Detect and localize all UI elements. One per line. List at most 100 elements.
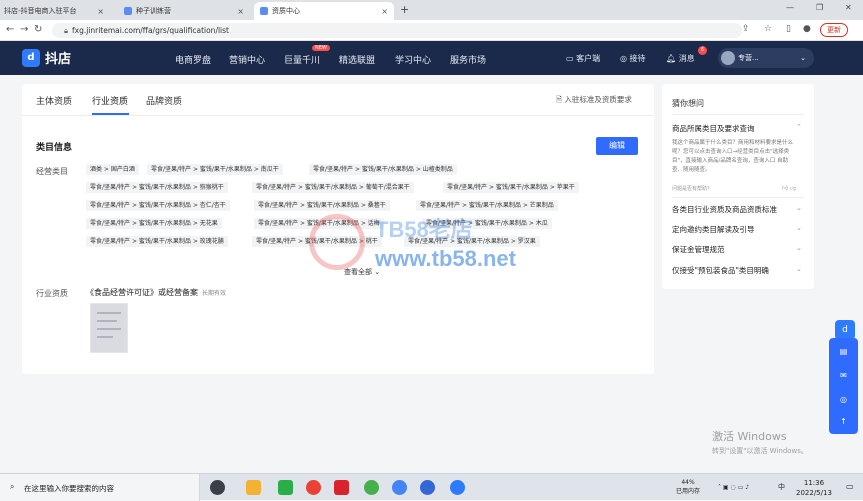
- close-icon[interactable]: ×: [237, 7, 244, 16]
- tab-industry-qualification[interactable]: 行业资质: [92, 94, 128, 107]
- url-text: fxg.jinritemai.com/ffa/grs/qualification…: [72, 26, 229, 35]
- edit-button[interactable]: 编辑: [596, 137, 638, 155]
- reception-link[interactable]: ◎ 接待: [620, 53, 646, 64]
- url-field[interactable]: 🔒︎ fxg.jinritemai.com/ffa/grs/qualificati…: [52, 23, 742, 38]
- faq-item[interactable]: 定向邀约类目解读及引导: [672, 224, 755, 235]
- taskbar-search[interactable]: ⌕ 在这里输入你要搜索的内容: [0, 474, 200, 501]
- category-chip: 零食/坚果/特产 > 蜜饯/果干/水果制品 > 山楂类制品: [309, 164, 457, 175]
- minimize-icon[interactable]: —: [786, 3, 794, 12]
- task-view-icon[interactable]: [210, 480, 225, 495]
- browser-tab-1[interactable]: 抖店-抖音电商入驻平台 ×: [0, 2, 110, 20]
- requirements-link[interactable]: 🗎︎ 入驻标准及资质要求: [556, 94, 632, 107]
- search-icon: ⌕: [10, 482, 15, 491]
- close-icon[interactable]: ×: [97, 7, 104, 16]
- top-navigation: d 抖店 电商罗盘 营销中心 巨量千川 NEW 精选联盟 学习中心 服务市场 ▭…: [0, 41, 863, 75]
- favicon-icon: [124, 7, 132, 15]
- headset-icon: ◎: [620, 54, 630, 63]
- faq-item[interactable]: 保证金管理规范: [672, 244, 725, 255]
- thumbnail-line: [97, 336, 113, 338]
- faq-answer: 我这个商品属于什么类目？商用和材料要求是什么呢？您可以点击查询入口→经营类目点击…: [672, 140, 794, 173]
- license-title: 《食品经营许可证》或经营备案: [86, 288, 198, 297]
- view-all-link[interactable]: 查看全部 ⌄: [344, 267, 380, 277]
- activation-title: 激活 Windows: [712, 430, 787, 443]
- messages-link[interactable]: 🔔︎ 消息: [666, 53, 695, 64]
- divider: [672, 114, 804, 115]
- chevron-down-icon[interactable]: ⌄: [796, 204, 802, 212]
- message-count-badge: 6: [698, 46, 707, 55]
- nav-item-alliance[interactable]: 精选联盟: [339, 53, 375, 66]
- star-icon[interactable]: ☆: [764, 24, 772, 34]
- thumbs-feedback-icon[interactable]: 👍︎ 👎︎: [782, 184, 796, 192]
- tab-entity-qualification[interactable]: 主体资质: [36, 94, 72, 107]
- tray-icons[interactable]: ˄ ▣ ◌ ▭ ♪: [718, 483, 749, 492]
- category-chip: 零食/坚果/特产 > 蜜饯/果干/水果制品 > 芒果制品: [416, 200, 558, 211]
- app-icon[interactable]: [334, 480, 349, 495]
- favicon-icon: [260, 7, 268, 15]
- chrome-icon[interactable]: [392, 480, 407, 495]
- window-close-icon[interactable]: ✕: [845, 3, 852, 12]
- file-explorer-icon[interactable]: [246, 480, 261, 495]
- memory-indicator[interactable]: 44% 已用内存: [676, 478, 700, 496]
- faq-item[interactable]: 商品所属类目及要求查询: [672, 123, 755, 134]
- back-icon[interactable]: ←: [6, 24, 14, 35]
- document-icon[interactable]: ▤: [838, 346, 849, 357]
- wechat-icon[interactable]: [278, 480, 293, 495]
- logo[interactable]: d 抖店: [22, 48, 71, 67]
- maximize-icon[interactable]: ❐: [816, 3, 823, 12]
- browser-tab-strip: 抖店-抖音电商入驻平台 × 种子训练营 × 资质中心 × + — ❐ ✕: [0, 0, 863, 20]
- app-icon[interactable]: [364, 480, 379, 495]
- nav-item-service-market[interactable]: 服务市场: [450, 53, 486, 66]
- chrome-icon[interactable]: [420, 480, 435, 495]
- bell-icon: 🔔︎: [666, 54, 679, 63]
- clock-date: 2022/5/13: [796, 489, 832, 497]
- floating-toolbar: ▤ ✉ ◎ ↑: [829, 338, 858, 434]
- category-label: 经营类目: [36, 167, 68, 176]
- qualification-card: 主体资质 行业资质 品牌资质 🗎︎ 入驻标准及资质要求 类目信息 编辑 经营类目…: [22, 84, 654, 374]
- avatar: [721, 51, 735, 65]
- share-icon[interactable]: ⇪: [742, 24, 750, 34]
- chevron-down-icon[interactable]: ⌄: [796, 244, 802, 252]
- close-icon[interactable]: ×: [381, 7, 388, 16]
- arrow-up-icon[interactable]: ↑: [838, 416, 849, 427]
- sidebar-toggle-icon[interactable]: ▯: [786, 24, 791, 34]
- category-chip: 零食/坚果/特产 > 蜜饯/果干/水果制品 > 南瓜干: [147, 164, 283, 175]
- faq-item[interactable]: 仅接受"预包装食品"类目明确: [672, 265, 769, 276]
- user-menu[interactable]: 专营... ⌄: [718, 48, 814, 68]
- nav-item-learning[interactable]: 学习中心: [395, 53, 431, 66]
- taskbar: ⌕ 在这里输入你要搜索的内容 44% 已用内存 ˄ ▣ ◌ ▭ ♪ 中 11:3…: [0, 473, 863, 501]
- nav-item-compass[interactable]: 电商罗盘: [175, 53, 211, 66]
- reload-icon[interactable]: ↻: [34, 24, 42, 35]
- new-tab-icon[interactable]: +: [400, 3, 409, 16]
- category-chip: 零食/坚果/特产 > 蜜饯/果干/水果制品 > 桑葚干: [254, 200, 390, 211]
- category-chip: 酒类 > 国产白酒: [86, 164, 139, 175]
- category-chip: 零食/坚果/特产 > 蜜饯/果干/水果制品 > 桃干: [252, 236, 382, 247]
- nav-item-qianchuan[interactable]: 巨量千川: [284, 53, 320, 66]
- category-chip: 零食/坚果/特产 > 蜜饯/果干/水果制品 > 苹果干: [443, 182, 579, 193]
- profile-icon[interactable]: ●: [803, 24, 811, 34]
- chevron-up-icon[interactable]: ⌃: [796, 123, 802, 131]
- input-language[interactable]: 中: [778, 483, 785, 492]
- forward-icon[interactable]: →: [20, 24, 28, 35]
- client-link[interactable]: ▭ 客户端: [566, 53, 600, 64]
- browser-tab-3[interactable]: 资质中心 ×: [254, 2, 394, 20]
- chevron-down-icon[interactable]: ⌄: [796, 265, 802, 273]
- thumbnail-line: [97, 312, 121, 314]
- system-clock[interactable]: 11:36 2022/5/13: [796, 478, 832, 498]
- faq-panel: 猜你想问 商品所属类目及要求查询 ⌃ 我这个商品属于什么类目？商用和材料要求是什…: [662, 84, 814, 289]
- tab-brand-qualification[interactable]: 品牌资质: [146, 94, 182, 107]
- thumbnail-line: [97, 320, 117, 322]
- headset-icon[interactable]: ◎: [838, 394, 849, 405]
- notification-icon[interactable]: ▭: [846, 482, 854, 491]
- license-thumbnail[interactable]: [90, 303, 128, 353]
- taskbar-search-placeholder: 在这里输入你要搜索的内容: [24, 484, 114, 493]
- divider: [672, 197, 804, 198]
- nav-item-marketing[interactable]: 营销中心: [229, 53, 265, 66]
- faq-item[interactable]: 各类目行业资质及商品资质标准: [672, 204, 777, 215]
- chrome-icon[interactable]: [306, 480, 321, 495]
- chrome-icon[interactable]: [450, 480, 465, 495]
- browser-tab-2[interactable]: 种子训练营 ×: [118, 2, 250, 20]
- floating-logo-icon[interactable]: d: [835, 320, 855, 340]
- chevron-down-icon[interactable]: ⌄: [796, 224, 802, 232]
- mail-icon[interactable]: ✉: [838, 370, 849, 381]
- update-button[interactable]: 更新: [820, 23, 848, 37]
